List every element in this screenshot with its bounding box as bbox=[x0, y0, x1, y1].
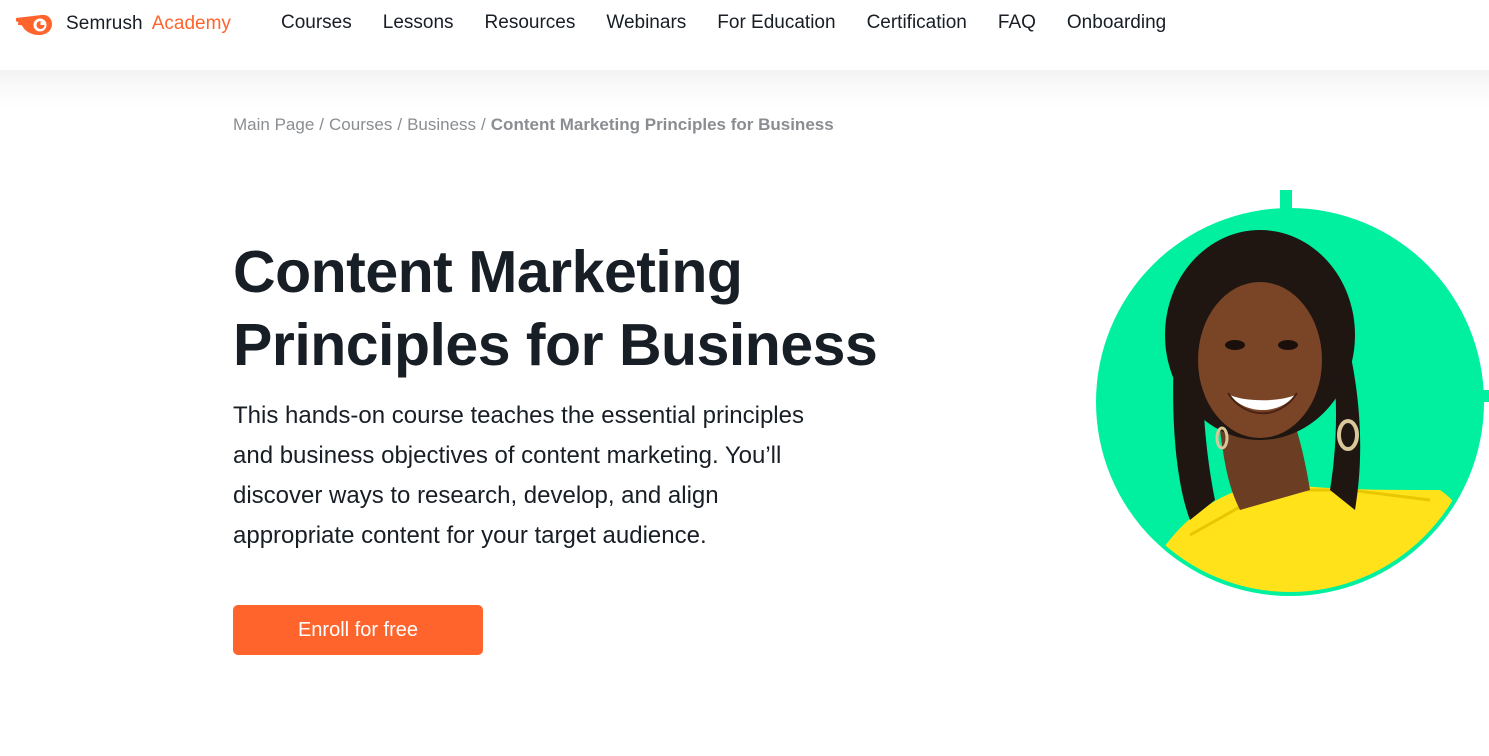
description-line-2: and business objectives of content marke… bbox=[233, 442, 782, 469]
description-line-4: appropriate content for your target audi… bbox=[233, 522, 707, 549]
main-nav: Courses Lessons Resources Webinars For E… bbox=[281, 12, 1197, 34]
site-logo[interactable]: Semrush Academy bbox=[14, 10, 231, 38]
title-line-1: Content Marketing bbox=[233, 239, 743, 305]
title-line-2: Principles for Business bbox=[233, 312, 878, 378]
breadcrumb-current: Content Marketing Principles for Busines… bbox=[490, 115, 834, 134]
instructor-portrait bbox=[1096, 190, 1489, 596]
page-title: Content Marketing Principles for Busines… bbox=[233, 236, 933, 382]
semrush-fire-icon bbox=[16, 14, 52, 36]
brand-name: Semrush bbox=[66, 13, 143, 34]
nav-certification[interactable]: Certification bbox=[867, 12, 967, 34]
nav-courses[interactable]: Courses bbox=[281, 12, 352, 34]
nav-for-education[interactable]: For Education bbox=[717, 12, 835, 34]
course-description: This hands-on course teaches the essenti… bbox=[233, 396, 893, 556]
breadcrumb-separator: / bbox=[481, 115, 486, 134]
nav-onboarding[interactable]: Onboarding bbox=[1067, 12, 1166, 34]
breadcrumb: Main Page / Courses / Business / Content Marke… bbox=[233, 115, 834, 135]
enroll-button[interactable]: Enroll for free bbox=[233, 605, 483, 655]
nav-webinars[interactable]: Webinars bbox=[606, 12, 686, 34]
nav-resources[interactable]: Resources bbox=[485, 12, 576, 34]
breadcrumb-courses[interactable]: Courses bbox=[329, 115, 392, 134]
description-line-1: This hands-on course teaches the essenti… bbox=[233, 402, 804, 429]
breadcrumb-business[interactable]: Business bbox=[407, 115, 476, 134]
breadcrumb-separator: / bbox=[319, 115, 325, 134]
top-navigation-bar: Semrush Academy Courses Lessons Resource… bbox=[0, 0, 1489, 70]
breadcrumb-separator: / bbox=[397, 115, 403, 134]
nav-faq[interactable]: FAQ bbox=[998, 12, 1036, 34]
breadcrumb-main-page[interactable]: Main Page bbox=[233, 115, 314, 134]
nav-lessons[interactable]: Lessons bbox=[383, 12, 454, 34]
header-shadow bbox=[0, 70, 1489, 110]
brand-academy: Academy bbox=[151, 13, 231, 34]
description-line-3: discover ways to research, develop, and … bbox=[233, 482, 719, 509]
